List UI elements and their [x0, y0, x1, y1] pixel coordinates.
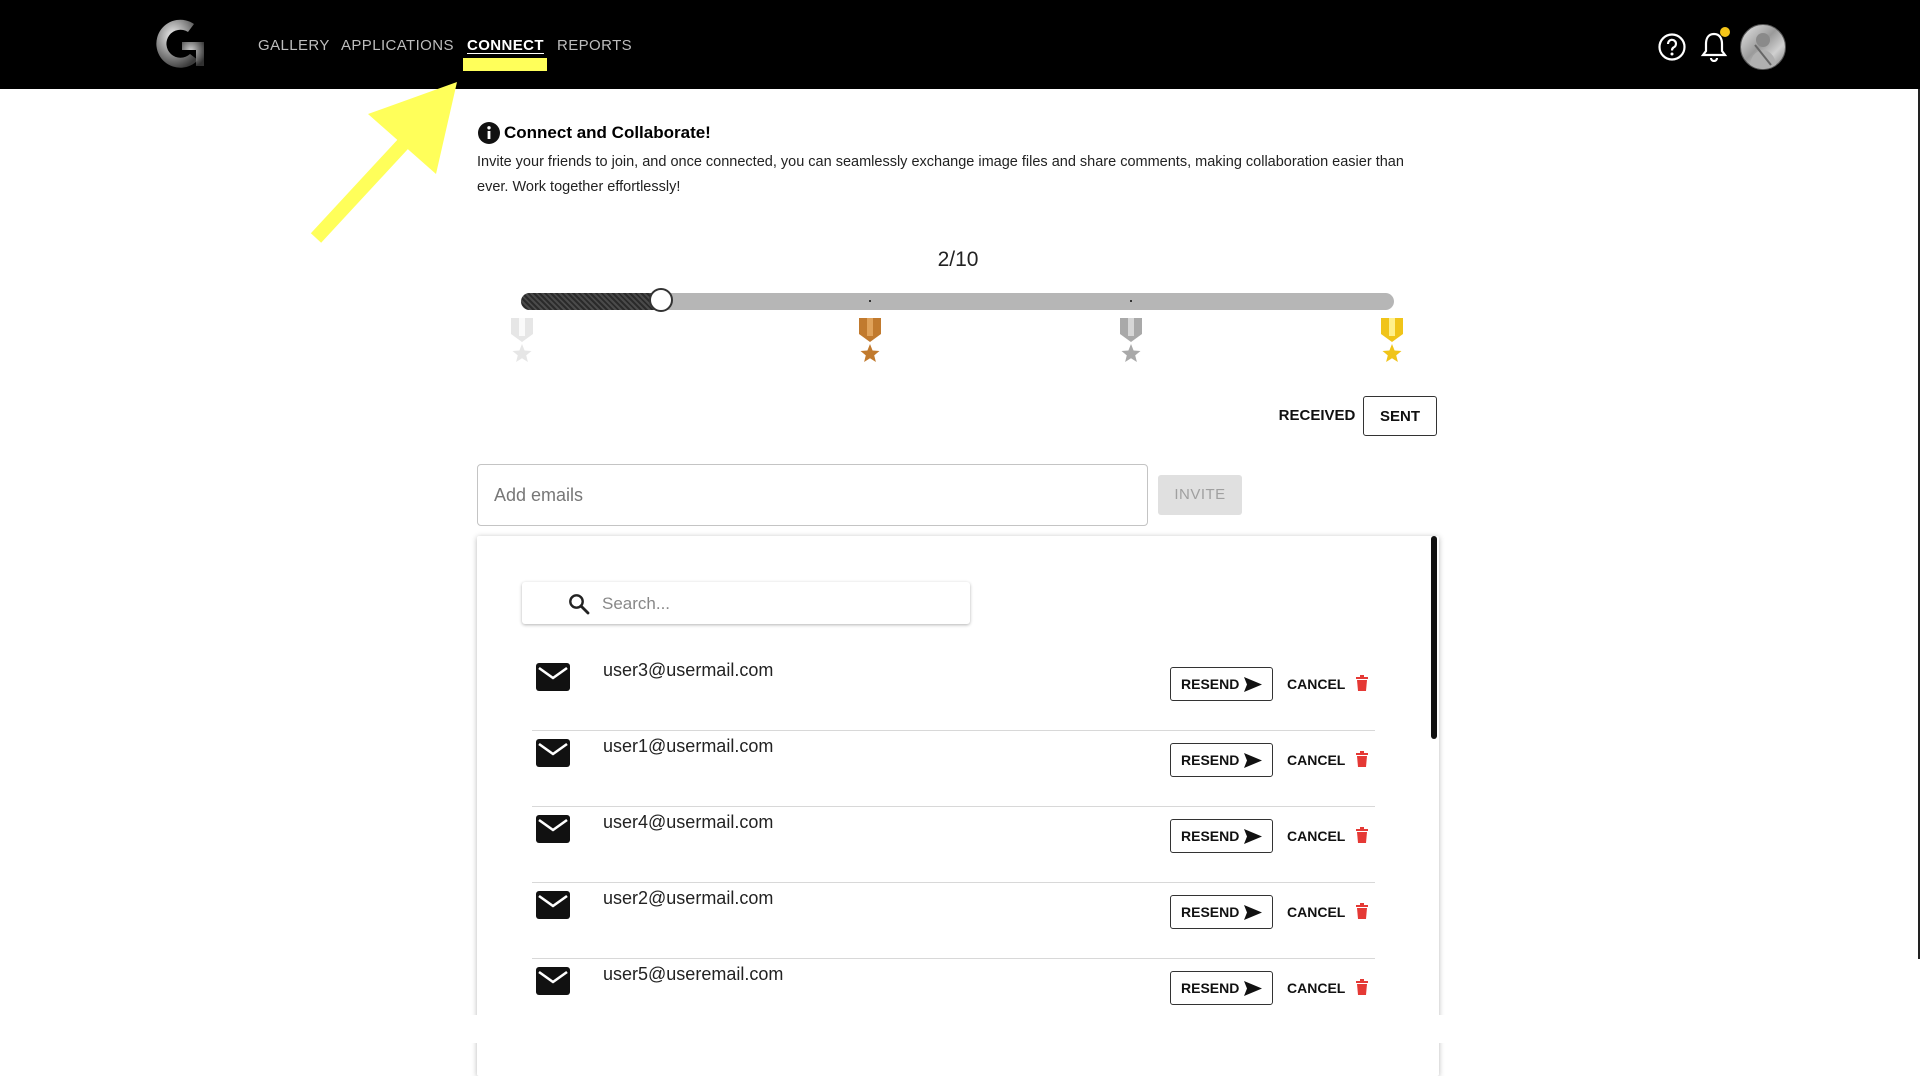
sent-tab[interactable]: SENT [1363, 396, 1437, 436]
resend-label: RESEND [1181, 828, 1240, 844]
invite-row: user4@usermail.com RESEND CANCEL [532, 807, 1375, 883]
cancel-button[interactable]: CANCEL [1287, 667, 1345, 701]
intro-description: Invite your friends to join, and once co… [477, 154, 1404, 195]
medal-gold-icon [1381, 318, 1403, 362]
search-box[interactable] [522, 582, 970, 624]
search-input[interactable] [600, 588, 954, 620]
send-icon [1244, 753, 1262, 768]
help-icon[interactable] [1657, 32, 1687, 62]
invite-email: user4@usermail.com [603, 812, 774, 832]
cancel-button[interactable]: CANCEL [1287, 819, 1345, 853]
send-icon [1244, 677, 1262, 692]
delete-trash-icon[interactable] [1355, 979, 1369, 995]
invite-row: user3@usermail.com RESEND CANCEL [532, 655, 1375, 731]
nav-reports[interactable]: REPORTS [557, 37, 632, 57]
mail-icon [536, 815, 570, 843]
send-icon [1244, 905, 1262, 920]
mail-icon [536, 967, 570, 995]
resend-button[interactable]: RESEND [1170, 743, 1273, 777]
delete-trash-icon[interactable] [1355, 827, 1369, 843]
page-bottom [0, 1015, 1920, 1043]
invite-row: user2@usermail.com RESEND CANCEL [532, 883, 1375, 959]
cancel-button[interactable]: CANCEL [1287, 895, 1345, 929]
medal-silver-icon [1120, 318, 1142, 362]
invite-button[interactable]: INVITE [1158, 475, 1242, 515]
avatar-image-icon [1749, 33, 1777, 69]
nav-applications[interactable]: APPLICATIONS [341, 37, 454, 57]
nav-active-highlight [463, 58, 547, 71]
resend-button[interactable]: RESEND [1170, 971, 1273, 1005]
panel-scrollbar[interactable] [1431, 536, 1437, 739]
delete-trash-icon[interactable] [1355, 903, 1369, 919]
add-emails-input[interactable] [477, 464, 1148, 526]
resend-button[interactable]: RESEND [1170, 667, 1273, 701]
top-bar: GALLERY APPLICATIONS CONNECT REPORTS [0, 0, 1920, 89]
progress-track [521, 288, 1394, 312]
resend-button[interactable]: RESEND [1170, 895, 1273, 929]
delete-trash-icon[interactable] [1355, 675, 1369, 691]
medal-white-icon [511, 318, 533, 362]
delete-trash-icon[interactable] [1355, 751, 1369, 767]
resend-label: RESEND [1181, 676, 1240, 692]
send-icon [1244, 981, 1262, 996]
mail-icon [536, 891, 570, 919]
invite-row: user1@usermail.com RESEND CANCEL [532, 731, 1375, 807]
nav-connect[interactable]: CONNECT [467, 37, 544, 57]
resend-label: RESEND [1181, 752, 1240, 768]
cancel-button[interactable]: CANCEL [1287, 971, 1345, 1005]
invite-email: user5@useremail.com [603, 964, 784, 984]
cancel-button[interactable]: CANCEL [1287, 743, 1345, 777]
resend-label: RESEND [1181, 980, 1240, 996]
info-icon [478, 122, 500, 144]
invite-email: user2@usermail.com [603, 888, 774, 908]
user-avatar[interactable] [1740, 24, 1786, 70]
search-icon [569, 594, 590, 615]
resend-button[interactable]: RESEND [1170, 819, 1273, 853]
mail-icon [536, 663, 570, 691]
nav-gallery[interactable]: GALLERY [258, 37, 330, 57]
progress-thumb[interactable] [649, 288, 673, 312]
progress-tick [1130, 300, 1132, 302]
received-tab[interactable]: RECEIVED [1276, 396, 1358, 436]
notification-badge [1720, 27, 1730, 37]
resend-label: RESEND [1181, 904, 1240, 920]
medal-bronze-icon [859, 318, 881, 362]
mail-icon [536, 739, 570, 767]
send-icon [1244, 829, 1262, 844]
progress-tick [869, 300, 871, 302]
progress-count: 2/10 [937, 248, 979, 271]
invite-email: user1@usermail.com [603, 736, 774, 756]
invite-email: user3@usermail.com [603, 660, 774, 680]
progress-fill [521, 293, 661, 310]
intro-title: Connect and Collaborate! [504, 123, 711, 142]
annotation-arrow [310, 82, 457, 243]
app-logo-icon[interactable] [152, 14, 212, 74]
